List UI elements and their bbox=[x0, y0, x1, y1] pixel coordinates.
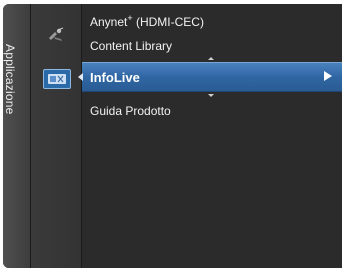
menu-item-label: Anynet bbox=[90, 15, 128, 29]
application-menu: Anynet+ (HDMI-CEC) Content Library InfoL… bbox=[78, 4, 342, 268]
menu-item-label: Content Library bbox=[90, 39, 173, 53]
selection-marker-icon bbox=[78, 73, 83, 81]
menu-item-label-tail: (HDMI-CEC) bbox=[132, 15, 204, 29]
sidebar-tab-applicazione[interactable]: Applicazione bbox=[3, 4, 31, 268]
menu-item-infolive[interactable]: InfoLive bbox=[78, 62, 342, 92]
submenu-arrow-icon bbox=[324, 71, 332, 81]
icon-column bbox=[31, 4, 82, 268]
application-menu-panel: Applicazione Anynet+ (HDMI-CEC) Content … bbox=[3, 4, 342, 268]
menu-item-content-library[interactable]: Content Library bbox=[90, 39, 172, 53]
sidebar-tab-label: Applicazione bbox=[3, 44, 17, 115]
menu-item-guida-prodotto[interactable]: Guida Prodotto bbox=[90, 104, 171, 118]
scroll-down-icon[interactable] bbox=[208, 94, 214, 97]
menu-item-label: InfoLive bbox=[90, 70, 140, 85]
tv-info-icon[interactable] bbox=[43, 69, 71, 89]
satellite-dish-icon bbox=[43, 26, 69, 44]
scroll-up-icon[interactable] bbox=[208, 57, 214, 60]
menu-item-anynet[interactable]: Anynet+ (HDMI-CEC) bbox=[90, 13, 204, 29]
screen: Applicazione Anynet+ (HDMI-CEC) Content … bbox=[0, 0, 342, 270]
menu-item-label: Guida Prodotto bbox=[90, 104, 171, 118]
